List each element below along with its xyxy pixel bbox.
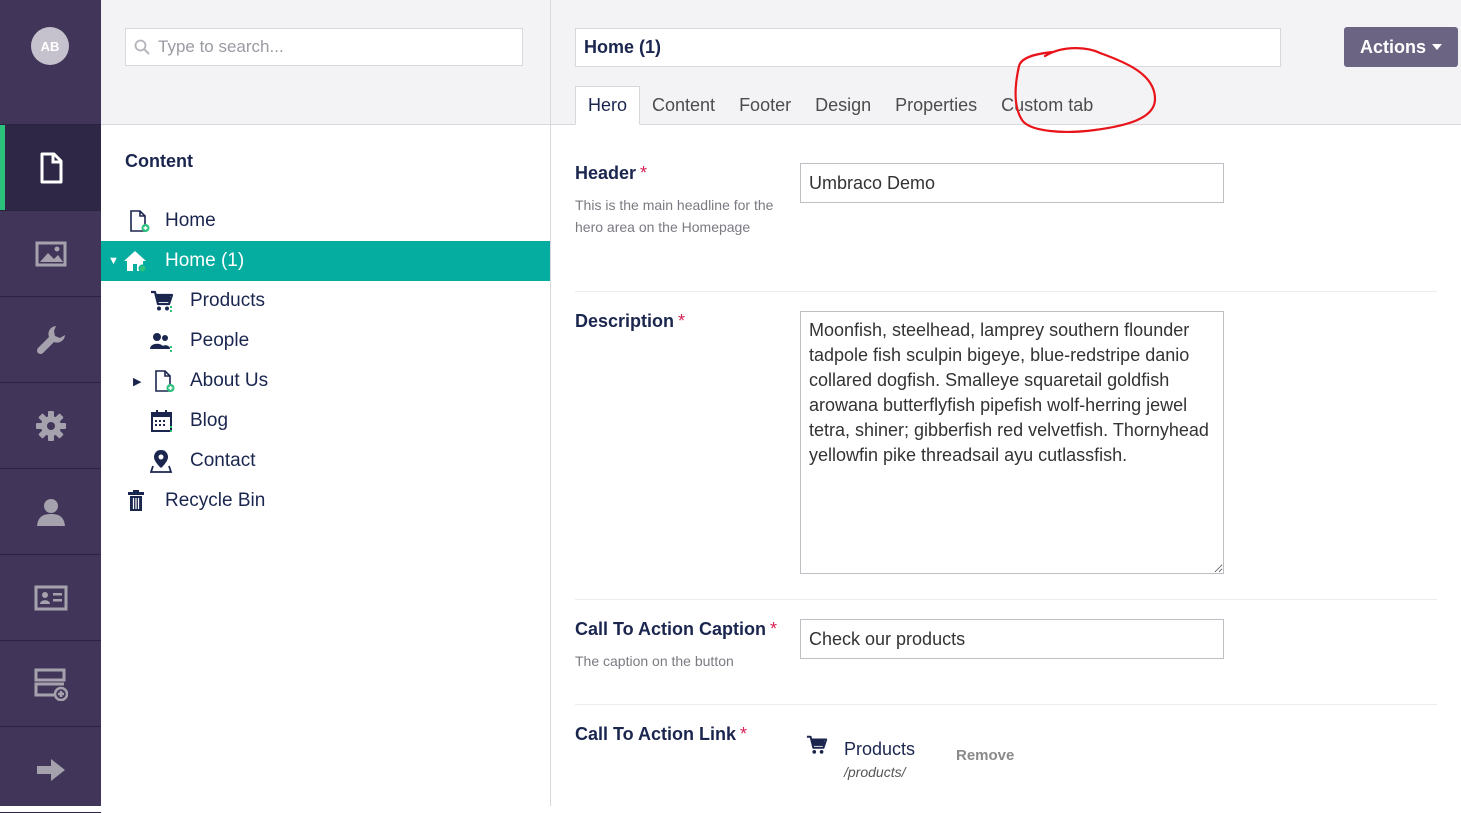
section-translation[interactable] <box>0 727 101 813</box>
link-name[interactable]: Products <box>844 739 915 760</box>
tab-footer[interactable]: Footer <box>727 86 803 124</box>
header-input[interactable] <box>800 163 1224 203</box>
divider <box>575 599 1437 600</box>
description-textarea[interactable]: Moonfish, steelhead, lamprey southern fl… <box>800 311 1224 574</box>
tree-node-label: Home <box>165 210 216 231</box>
user-icon <box>36 498 65 526</box>
search-icon <box>134 39 150 55</box>
document-add-icon <box>155 370 175 392</box>
home-icon <box>124 251 147 273</box>
trash-icon <box>128 490 144 511</box>
tree-node-label: People <box>190 330 250 351</box>
tree-node-label: Products <box>190 290 265 311</box>
required-marker: * <box>640 163 648 183</box>
content-tree-panel: Content Home ▼ Home (1) <box>101 0 551 806</box>
property-label: Header * <box>575 163 648 183</box>
required-marker: * <box>770 619 778 639</box>
wrench-icon <box>36 325 65 354</box>
tab-hero[interactable]: Hero <box>575 86 641 125</box>
tree-title: Content <box>125 151 193 171</box>
tree-node-label: Blog <box>190 410 229 431</box>
tree-node-blog[interactable]: Blog <box>101 401 550 441</box>
required-marker: * <box>740 724 748 744</box>
property-label: Description * <box>575 311 686 331</box>
cart-icon <box>151 290 174 312</box>
section-users[interactable] <box>0 469 101 555</box>
section-settings[interactable] <box>0 297 101 383</box>
required-marker: * <box>678 311 686 331</box>
tree-search-box[interactable] <box>125 28 523 66</box>
section-packages[interactable] <box>0 383 101 469</box>
section-media[interactable] <box>0 211 101 297</box>
cart-icon <box>806 735 828 754</box>
property-label: Call To Action Link * <box>575 724 748 744</box>
section-members[interactable] <box>0 555 101 641</box>
tree-node-recycle-bin[interactable]: Recycle Bin <box>101 481 550 521</box>
property-description: The caption on the button <box>575 653 734 669</box>
tab-design[interactable]: Design <box>803 86 883 124</box>
calendar-icon <box>151 410 172 432</box>
map-pin-icon <box>150 450 173 473</box>
tree-search-input[interactable] <box>156 36 500 58</box>
property-label: Call To Action Caption * <box>575 619 778 639</box>
property-header: Header * This is the main headline for th… <box>575 163 1437 273</box>
node-name-input[interactable] <box>575 28 1281 67</box>
remove-link-button[interactable]: Remove <box>956 747 1014 764</box>
form-add-icon <box>34 668 68 701</box>
divider <box>575 291 1437 292</box>
avatar-area: AB <box>0 0 101 125</box>
tab-content[interactable]: Content <box>640 86 727 124</box>
actions-button[interactable]: Actions <box>1344 27 1458 67</box>
caret-down-icon[interactable]: ▼ <box>108 255 119 267</box>
media-icon <box>35 241 66 266</box>
tree-node-home[interactable]: Home <box>101 201 550 241</box>
tree-node-contact[interactable]: Contact <box>101 441 550 481</box>
section-sidebar: AB <box>0 0 101 813</box>
property-description: This is the main headline for the hero a… <box>575 197 774 235</box>
editor-tabs: Hero Content Footer Design Properties Cu… <box>575 86 1105 125</box>
section-forms[interactable] <box>0 641 101 727</box>
tree-node-label: About Us <box>190 370 269 391</box>
tree-node-people[interactable]: People <box>101 321 550 361</box>
tree-node-label: Home (1) <box>165 250 245 271</box>
document-icon <box>40 152 62 183</box>
content-tree: Home ▼ Home (1) Products People ▶ About … <box>101 201 550 521</box>
tree-search-area <box>101 0 550 125</box>
property-cta-caption: Call To Action Caption * The caption on t… <box>575 619 1437 689</box>
tree-node-label: Contact <box>190 450 256 471</box>
avatar[interactable]: AB <box>31 27 69 65</box>
arrow-right-icon <box>36 758 65 781</box>
actions-label: Actions <box>1359 36 1426 57</box>
tree-node-about-us[interactable]: ▶ About Us <box>101 361 550 401</box>
tab-properties[interactable]: Properties <box>883 86 989 124</box>
id-card-icon <box>34 585 67 610</box>
document-add-icon <box>130 210 150 232</box>
tab-custom-tab[interactable]: Custom tab <box>989 86 1105 124</box>
caret-right-icon[interactable]: ▶ <box>133 375 141 388</box>
tree-node-label: Recycle Bin <box>165 490 266 511</box>
property-description-field: Description * Moonfish, steelhead, lampre… <box>575 311 1437 581</box>
tree-node-products[interactable]: Products <box>101 281 550 321</box>
content-editor: Actions Hero Content Footer Design Prope… <box>551 0 1461 806</box>
link-url: /products/ <box>844 764 906 780</box>
divider <box>575 704 1437 705</box>
section-content[interactable] <box>0 125 101 211</box>
editor-header: Actions Hero Content Footer Design Prope… <box>551 0 1461 133</box>
tree-node-home-1[interactable]: ▼ Home (1) <box>101 241 550 281</box>
caret-down-icon <box>1432 44 1442 50</box>
people-icon <box>150 333 172 352</box>
cta-caption-input[interactable] <box>800 619 1224 659</box>
gear-icon <box>35 410 66 441</box>
